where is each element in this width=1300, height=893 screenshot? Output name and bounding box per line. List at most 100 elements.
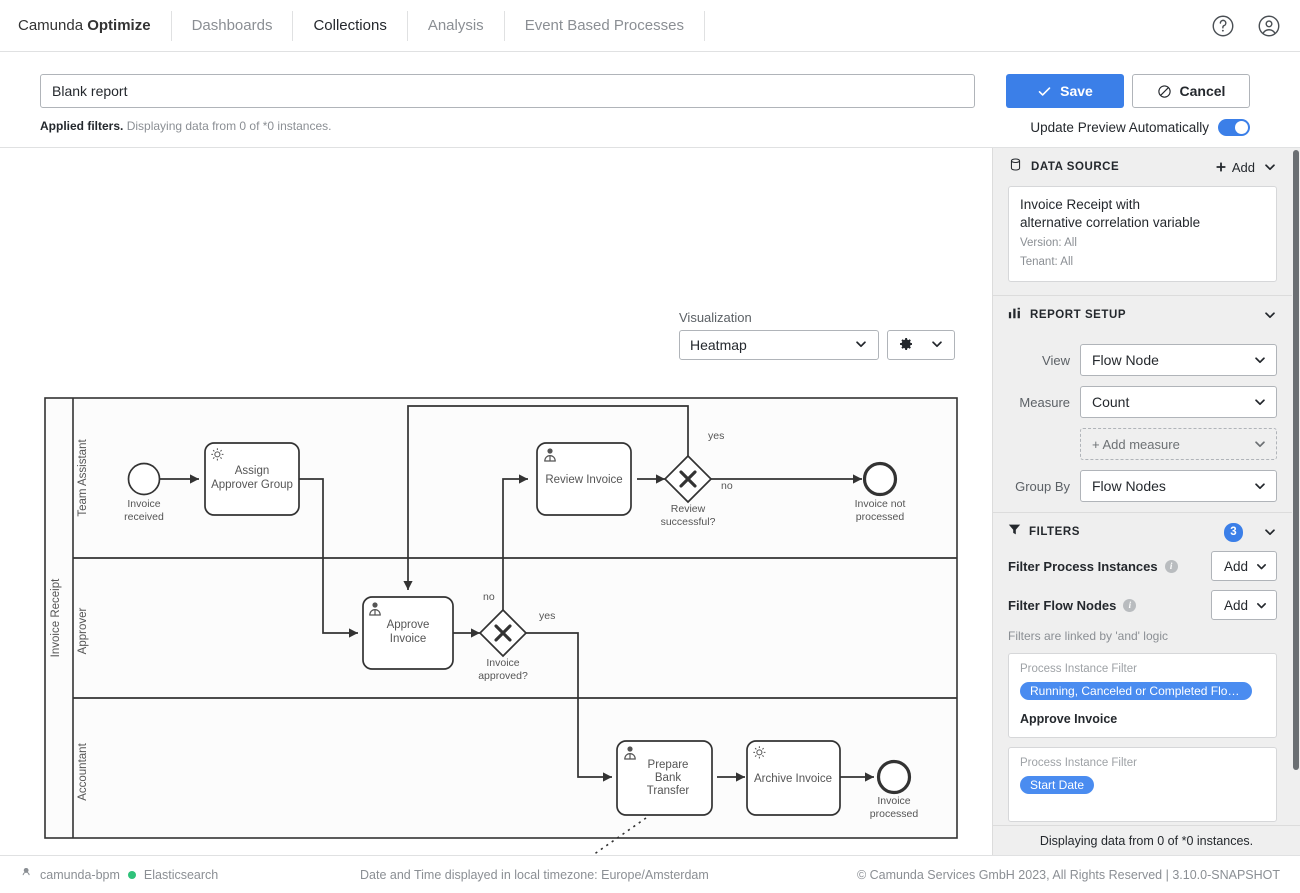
footer-connections: camunda-bpm Elasticsearch (20, 867, 360, 882)
app-root: Camunda Optimize Dashboards Collections … (0, 0, 1300, 893)
report-config-sidebar: DATA SOURCE Add Invoice Receipt with alt… (992, 148, 1300, 855)
nav-item-collections[interactable]: Collections (293, 0, 406, 52)
report-setup-fields: View Flow Node Measure Count + Add measu… (1008, 334, 1277, 503)
field-row-add-measure: + Add measure (1008, 428, 1277, 461)
group-by-select[interactable]: Flow Nodes (1080, 470, 1277, 503)
edge-label-review-no: no (721, 480, 733, 492)
svg-text:successful?: successful? (661, 516, 716, 528)
cancel-button[interactable]: Cancel (1132, 74, 1250, 108)
chevron-down-icon (1265, 164, 1275, 171)
sidebar-scrollbar-thumb[interactable] (1293, 150, 1299, 770)
data-source-version: Version: All (1020, 237, 1077, 250)
data-source-title: DATA SOURCE (1031, 161, 1120, 173)
add-flow-node-filter-button[interactable]: Add (1211, 590, 1277, 621)
help-circle-icon[interactable] (1210, 13, 1236, 39)
applied-filters-status: Applied filters. Displaying data from 0 … (40, 119, 980, 133)
svg-text:processed: processed (870, 808, 919, 820)
footer-timezone: Date and Time displayed in local timezon… (360, 867, 709, 882)
sidebar-scrollbar-track[interactable] (1292, 148, 1300, 855)
filters-count-badge: 3 (1224, 522, 1243, 542)
brand-logo[interactable]: Camunda Optimize (18, 17, 171, 34)
plus-icon (1216, 162, 1226, 172)
user-circle-icon[interactable] (1256, 13, 1282, 39)
svg-text:Transfer: Transfer (647, 785, 690, 797)
view-select[interactable]: Flow Node (1080, 344, 1277, 377)
add-measure-label: + Add measure (1092, 436, 1180, 452)
edge-label-approved-no: no (483, 591, 495, 603)
nav-item-event-based-processes[interactable]: Event Based Processes (505, 0, 704, 52)
report-canvas[interactable]: Visualization Heatmap Invoice Receipt Te… (0, 148, 992, 855)
svg-text:Approver Group: Approver Group (211, 479, 293, 491)
group-by-label: Group By (1015, 478, 1070, 494)
visualization-value: Heatmap (690, 337, 747, 353)
svg-text:Review: Review (671, 503, 706, 515)
svg-text:Bank: Bank (655, 772, 681, 784)
add-process-instance-filter-label: Add (1224, 558, 1249, 574)
save-button[interactable]: Save (1006, 74, 1124, 108)
cancel-button-label: Cancel (1179, 83, 1226, 99)
chevron-down-icon (1255, 441, 1265, 448)
filter-card-kind: Process Instance Filter (1020, 757, 1137, 770)
data-source-card[interactable]: Invoice Receipt with alternative correla… (1008, 186, 1277, 283)
bpmn-node-assign-approver-group: Assign Approver Group (204, 442, 300, 516)
report-setup-collapse-toggle[interactable] (1263, 308, 1277, 322)
camunda-icon (20, 867, 32, 882)
add-data-source-button[interactable]: Add (1215, 160, 1255, 175)
edge-label-approved-yes: yes (539, 610, 555, 622)
chart-settings-button[interactable] (887, 330, 955, 360)
measure-select[interactable]: Count (1080, 386, 1277, 419)
lane-label-approver: Approver (77, 608, 89, 655)
visualization-select[interactable]: Heatmap (679, 330, 879, 360)
svg-text:Archive Invoice: Archive Invoice (754, 773, 832, 785)
svg-text:Invoice: Invoice (390, 633, 426, 645)
add-data-source-label: Add (1231, 159, 1255, 175)
report-setup-title: REPORT SETUP (1030, 309, 1127, 322)
svg-text:Invoice: Invoice (127, 498, 160, 510)
add-measure-select[interactable]: + Add measure (1080, 428, 1277, 461)
bpmn-node-review-invoice: Review Invoice (536, 442, 632, 516)
action-button-row: Save Cancel (1006, 74, 1250, 108)
data-source-collapse-toggle[interactable] (1263, 160, 1277, 174)
svg-text:Invoice: Invoice (877, 795, 910, 807)
report-name-input[interactable] (40, 74, 975, 108)
chevron-down-icon (1257, 602, 1266, 609)
svg-text:processed: processed (856, 511, 905, 523)
svg-text:Invoice: Invoice (486, 657, 519, 669)
svg-text:Approve: Approve (387, 619, 430, 631)
svg-text:received: received (124, 511, 164, 523)
nav-item-analysis[interactable]: Analysis (408, 0, 504, 52)
title-left-group: Applied filters. Displaying data from 0 … (40, 74, 980, 133)
add-flow-node-filter-label: Add (1224, 597, 1249, 613)
info-icon[interactable]: i (1164, 559, 1178, 573)
database-icon (1008, 157, 1023, 177)
filters-and-logic-note: Filters are linked by 'and' logic (1008, 629, 1168, 644)
bpmn-diagram[interactable]: Invoice Receipt Team Assistant Approver … (0, 378, 985, 855)
field-row-view: View Flow Node (1008, 344, 1277, 377)
header-divider (703, 10, 705, 41)
data-source-tenant: Tenant: All (1020, 256, 1074, 269)
update-preview-toggle[interactable] (1218, 119, 1250, 136)
info-icon[interactable]: i (1123, 598, 1137, 612)
filters-collapse-toggle[interactable] (1263, 525, 1277, 539)
filter-card[interactable]: Process Instance Filter Start Date (1008, 747, 1277, 823)
chevron-down-icon (1255, 357, 1265, 364)
lane-label-team-assistant: Team Assistant (77, 439, 89, 517)
filter-card-pill: Start Date (1020, 776, 1095, 795)
update-preview-label: Update Preview Automatically (1030, 120, 1209, 135)
view-value: Flow Node (1092, 352, 1159, 369)
filter-card[interactable]: Process Instance Filter Running, Cancele… (1008, 653, 1277, 739)
filter-card-pill: Running, Canceled or Completed Flow No..… (1020, 682, 1252, 701)
funnel-icon (1008, 523, 1021, 541)
measure-value: Count (1092, 394, 1130, 411)
bpmn-node-prepare-bank-transfer: Prepare Bank Transfer (616, 740, 713, 816)
chevron-down-icon (1255, 399, 1265, 406)
applied-filters-label: Applied filters. (40, 119, 124, 133)
section-filters: FILTERS 3 Filter Process Instances i Add (993, 513, 1292, 823)
sidebar-scroll-area: DATA SOURCE Add Invoice Receipt with alt… (993, 148, 1292, 855)
ban-icon (1157, 84, 1171, 98)
section-report-setup: REPORT SETUP View Flow Node Measure Coun… (993, 296, 1292, 514)
add-process-instance-filter-button[interactable]: Add (1211, 551, 1277, 582)
data-source-name-line1: Invoice Receipt with (1020, 197, 1141, 212)
nav-item-dashboards[interactable]: Dashboards (172, 0, 293, 52)
app-header: Camunda Optimize Dashboards Collections … (0, 0, 1300, 52)
